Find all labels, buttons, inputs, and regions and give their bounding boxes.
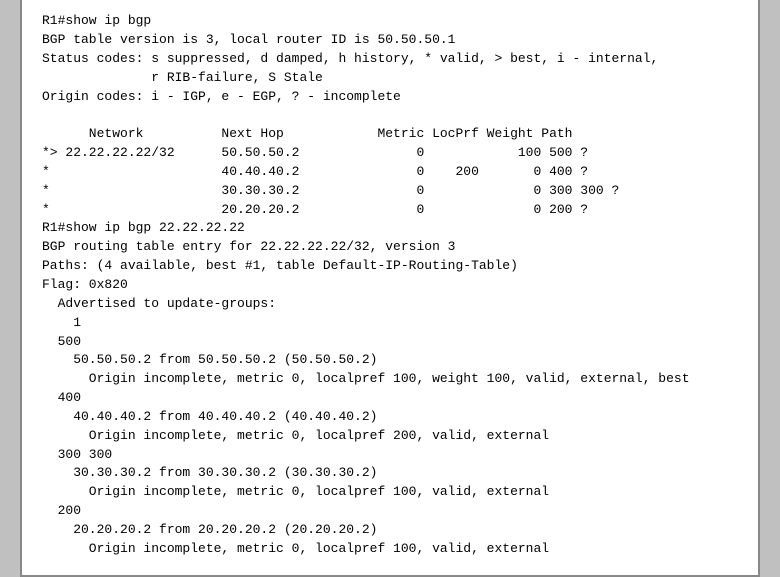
terminal-line-13: Paths: (4 available, best #1, table Defa… (42, 257, 738, 276)
terminal-line-9: * 30.30.30.2 0 0 300 300 ? (42, 182, 738, 201)
terminal-window: R1#show ip bgpBGP table version is 3, lo… (20, 0, 760, 577)
terminal-line-28: Origin incomplete, metric 0, localpref 1… (42, 540, 738, 559)
terminal-line-8: * 40.40.40.2 0 200 0 400 ? (42, 163, 738, 182)
terminal-line-25: Origin incomplete, metric 0, localpref 1… (42, 483, 738, 502)
terminal-line-15: Advertised to update-groups: (42, 295, 738, 314)
terminal-line-3: r RIB-failure, S Stale (42, 69, 738, 88)
terminal-line-4: Origin codes: i - IGP, e - EGP, ? - inco… (42, 88, 738, 107)
terminal-line-12: BGP routing table entry for 22.22.22.22/… (42, 238, 738, 257)
terminal-line-26: 200 (42, 502, 738, 521)
terminal-line-27: 20.20.20.2 from 20.20.20.2 (20.20.20.2) (42, 521, 738, 540)
terminal-line-23: 300 300 (42, 446, 738, 465)
terminal-line-0: R1#show ip bgp (42, 12, 738, 31)
terminal-line-20: 400 (42, 389, 738, 408)
terminal-line-5 (42, 106, 738, 125)
terminal-line-2: Status codes: s suppressed, d damped, h … (42, 50, 738, 69)
terminal-line-6: Network Next Hop Metric LocPrf Weight Pa… (42, 125, 738, 144)
terminal-line-18: 50.50.50.2 from 50.50.50.2 (50.50.50.2) (42, 351, 738, 370)
terminal-line-11: R1#show ip bgp 22.22.22.22 (42, 219, 738, 238)
terminal-line-10: * 20.20.20.2 0 0 200 ? (42, 201, 738, 220)
terminal-line-7: *> 22.22.22.22/32 50.50.50.2 0 100 500 ? (42, 144, 738, 163)
terminal-line-1: BGP table version is 3, local router ID … (42, 31, 738, 50)
terminal-line-14: Flag: 0x820 (42, 276, 738, 295)
terminal-line-19: Origin incomplete, metric 0, localpref 1… (42, 370, 738, 389)
terminal-line-22: Origin incomplete, metric 0, localpref 2… (42, 427, 738, 446)
terminal-line-17: 500 (42, 333, 738, 352)
terminal-line-16: 1 (42, 314, 738, 333)
terminal-line-24: 30.30.30.2 from 30.30.30.2 (30.30.30.2) (42, 464, 738, 483)
terminal-line-21: 40.40.40.2 from 40.40.40.2 (40.40.40.2) (42, 408, 738, 427)
